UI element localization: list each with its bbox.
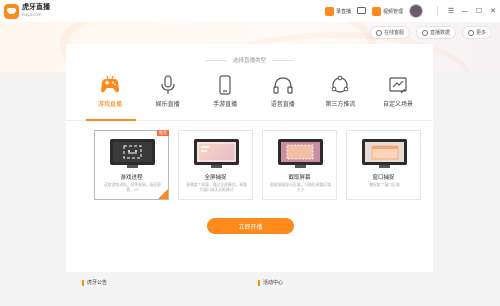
tab-label: 游戏直播 <box>97 101 122 108</box>
gamepad-icon <box>101 75 119 93</box>
headphones-icon <box>273 77 293 94</box>
activity-section: 活动中心 <box>258 279 283 286</box>
title-bar: 虎牙直播 huya.com 录直播 视频管理 ☰ — ☐ ✕ <box>0 0 500 22</box>
tab-voice-live[interactable]: 语音直播 <box>257 74 309 118</box>
live-data-button[interactable]: 直播数据 <box>415 26 456 39</box>
section-marker <box>258 279 260 286</box>
tab-label: 语音直播 <box>270 101 295 108</box>
headset-icon <box>375 29 382 36</box>
mode-screen-region[interactable]: 截取屏幕 截取屏幕部分区域，可拖拉调整区域大小 <box>262 130 337 200</box>
game-process-illustration <box>110 139 155 169</box>
quick-links: 在线客服 直播数据 更多 <box>369 26 492 39</box>
mode-description: 截取屏幕部分区域，可拖拉调整区域大小 <box>270 182 331 192</box>
tab-game-live[interactable]: 游戏直播 <box>84 74 136 118</box>
data-icon <box>421 29 428 36</box>
mode-name: 游戏进程 <box>120 175 143 181</box>
maximize-icon[interactable]: ☐ <box>472 5 486 17</box>
mode-window-capture[interactable]: 窗口捕捉 捕捉某个窗口区域 <box>346 130 421 200</box>
recommend-badge: 推荐 <box>157 130 169 136</box>
live-type-panel: 选择直播类型 游戏直播 娱乐直播 手游直播 语音直播 第三方推流 自定义场景 推… <box>66 44 433 272</box>
more-icon <box>467 29 474 36</box>
tab-mobile-live[interactable]: 手游直播 <box>199 74 251 118</box>
video-manage-button[interactable]: 视频管理 <box>371 6 403 16</box>
mode-name: 全屏捕捉 <box>204 175 227 181</box>
window-capture-illustration <box>362 139 407 169</box>
video-manage-label: 视频管理 <box>382 8 403 15</box>
message-button[interactable] <box>356 7 366 15</box>
section-marker <box>82 279 84 286</box>
minimize-icon[interactable]: — <box>458 5 472 17</box>
screen-region-illustration <box>278 139 323 169</box>
menu-icon[interactable]: ☰ <box>444 5 458 17</box>
app-name: 虎牙直播 <box>22 3 50 11</box>
tab-label: 娱乐直播 <box>155 101 180 108</box>
announcement-section: 虎牙公告 <box>82 279 107 286</box>
video-manage-icon <box>371 6 381 16</box>
record-icon <box>324 6 334 16</box>
record-live-button[interactable]: 录直播 <box>324 6 351 16</box>
mode-name: 窗口捕捉 <box>372 175 395 181</box>
tab-entertainment-live[interactable]: 娱乐直播 <box>142 74 194 118</box>
panel-title: 选择直播类型 <box>66 56 433 64</box>
mode-description: 捕捉某个窗口区域 <box>369 182 400 187</box>
divider <box>437 6 438 16</box>
app-domain: huya.com <box>22 12 42 17</box>
tab-label: 手游直播 <box>213 101 238 108</box>
fullscreen-illustration <box>194 139 239 169</box>
capture-mode-list: 推荐 游戏进程 读取游戏进程，帧率更高，画面更稳，CF 全屏捕捉 直播整个屏幕，… <box>94 130 421 200</box>
close-icon[interactable]: ✕ <box>486 5 500 17</box>
tab-label: 第三方推流 <box>325 101 356 108</box>
phone-icon <box>219 75 231 95</box>
mode-game-process[interactable]: 推荐 游戏进程 读取游戏进程，帧率更高，画面更稳，CF <box>94 130 169 200</box>
section-title: 虎牙公告 <box>87 280 108 286</box>
app-logo: 虎牙直播 huya.com <box>4 3 50 19</box>
mode-fullscreen-capture[interactable]: 全屏捕捉 直播整个屏幕，通过全屏模式，调整为窗口或无边框模式 <box>178 130 253 200</box>
active-tab-indicator <box>86 119 136 121</box>
microphone-icon <box>160 75 175 94</box>
start-live-button[interactable]: 立即开播 <box>207 218 294 234</box>
live-type-tabs: 游戏直播 娱乐直播 手游直播 语音直播 第三方推流 自定义场景 <box>84 74 424 118</box>
mode-description: 读取游戏进程，帧率更高，画面更稳，CF <box>104 182 161 192</box>
more-button[interactable]: 更多 <box>461 26 492 39</box>
selected-corner-icon <box>158 189 168 199</box>
record-label: 录直播 <box>335 8 351 15</box>
tab-label: 自定义场景 <box>382 101 413 108</box>
online-service-button[interactable]: 在线客服 <box>369 26 410 39</box>
mode-name: 截取屏幕 <box>288 175 311 181</box>
message-icon <box>356 7 366 14</box>
section-title: 活动中心 <box>263 280 284 286</box>
tab-third-party-stream[interactable]: 第三方推流 <box>314 74 366 118</box>
mode-description: 直播整个屏幕，通过全屏模式，调整为窗口或无边框模式 <box>186 182 247 192</box>
share-icon <box>332 75 349 93</box>
custom-scene-icon <box>389 77 407 94</box>
tab-custom-scene[interactable]: 自定义场景 <box>372 74 424 118</box>
huya-logo-icon <box>4 3 19 19</box>
avatar[interactable] <box>409 4 423 18</box>
